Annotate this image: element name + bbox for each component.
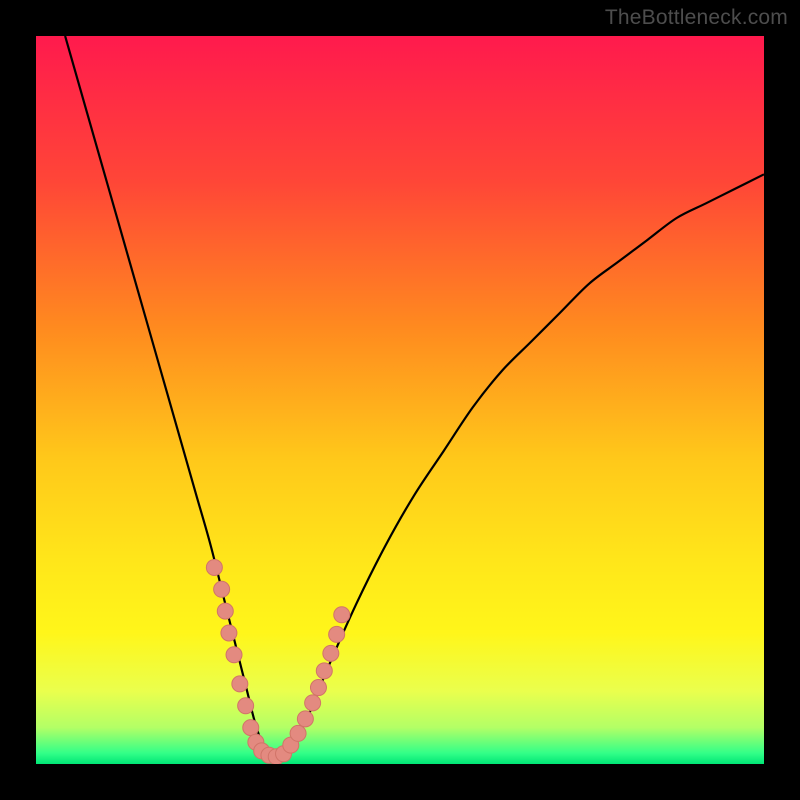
- curve-marker: [290, 725, 306, 741]
- curve-marker: [305, 695, 321, 711]
- watermark-text: TheBottleneck.com: [605, 6, 788, 30]
- curve-layer: [36, 36, 764, 764]
- curve-marker: [243, 720, 259, 736]
- bottleneck-curve: [65, 36, 764, 757]
- curve-marker: [323, 645, 339, 661]
- curve-marker: [316, 663, 332, 679]
- curve-marker: [232, 676, 248, 692]
- curve-marker: [226, 647, 242, 663]
- plot-area: [36, 36, 764, 764]
- curve-marker: [206, 559, 222, 575]
- curve-marker: [310, 680, 326, 696]
- curve-marker: [221, 625, 237, 641]
- curve-marker: [214, 581, 230, 597]
- curve-marker: [334, 607, 350, 623]
- curve-marker: [329, 626, 345, 642]
- curve-marker: [297, 711, 313, 727]
- curve-marker: [238, 698, 254, 714]
- curve-marker: [217, 603, 233, 619]
- chart-frame: TheBottleneck.com: [0, 0, 800, 800]
- marker-group: [206, 559, 349, 764]
